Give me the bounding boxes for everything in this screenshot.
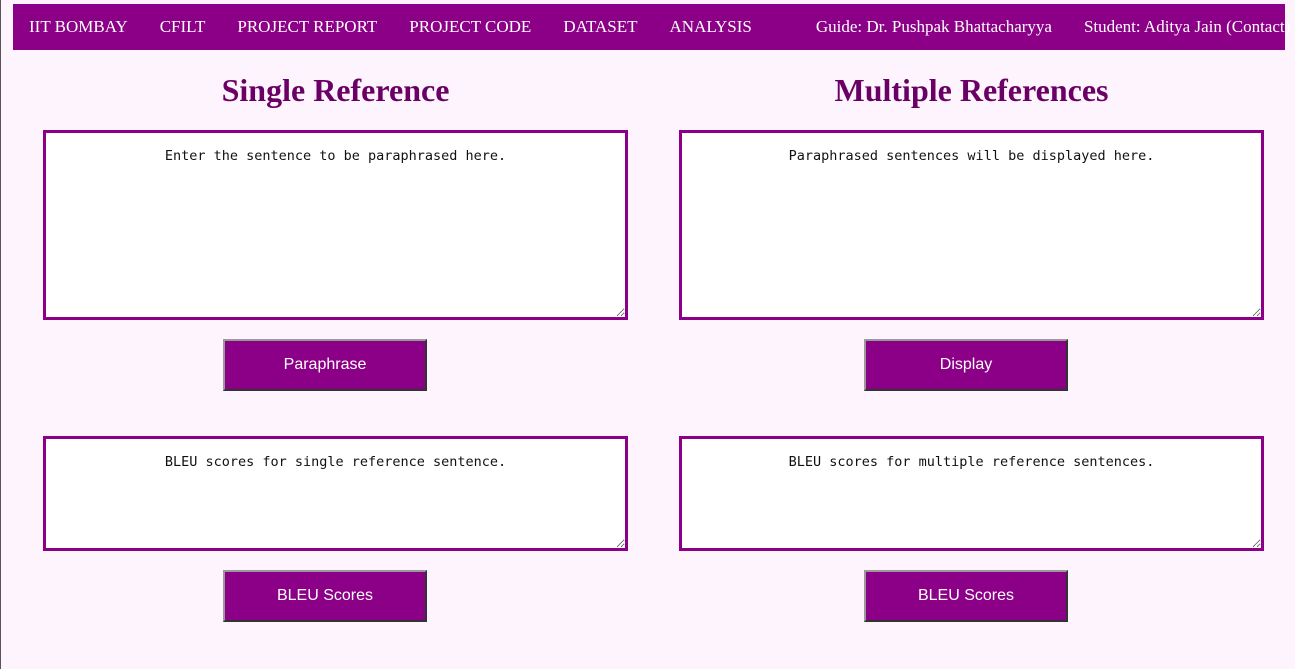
nav-credits: Guide: Dr. Pushpak Bhattacharyya Student… (784, 17, 1295, 37)
nav-link-analysis[interactable]: ANALYSIS (670, 17, 752, 37)
page: IIT BOMBAY CFILT PROJECT REPORT PROJECT … (0, 0, 1294, 669)
nav-link-iit-bombay[interactable]: IIT BOMBAY (29, 17, 128, 37)
nav-link-student-contact[interactable]: Student: Aditya Jain (Contact) (1084, 17, 1290, 37)
single-reference-title: Single Reference (221, 72, 450, 108)
multiple-references-section: Multiple References Display BLEU Scores (679, 66, 1264, 622)
multiple-bleu-scores-button[interactable]: BLEU Scores (864, 570, 1068, 622)
paraphrase-button[interactable]: Paraphrase (223, 339, 427, 391)
nav-link-guide[interactable]: Guide: Dr. Pushpak Bhattacharyya (816, 17, 1052, 37)
multiple-bleu-output[interactable] (679, 436, 1264, 551)
paraphrased-output[interactable] (679, 130, 1264, 320)
nav-link-project-report[interactable]: PROJECT REPORT (237, 17, 377, 37)
nav-link-project-code[interactable]: PROJECT CODE (409, 17, 531, 37)
nav-link-dataset[interactable]: DATASET (563, 17, 637, 37)
multiple-references-title: Multiple References (834, 72, 1109, 108)
single-bleu-output[interactable] (43, 436, 628, 551)
top-navbar: IIT BOMBAY CFILT PROJECT REPORT PROJECT … (13, 4, 1290, 50)
display-button[interactable]: Display (864, 339, 1068, 391)
single-bleu-scores-button[interactable]: BLEU Scores (223, 570, 427, 622)
nav-links: IIT BOMBAY CFILT PROJECT REPORT PROJECT … (13, 17, 784, 37)
nav-link-cfilt[interactable]: CFILT (160, 17, 206, 37)
single-reference-section: Single Reference Paraphrase BLEU Scores (43, 66, 628, 622)
sentence-input[interactable] (43, 130, 628, 320)
